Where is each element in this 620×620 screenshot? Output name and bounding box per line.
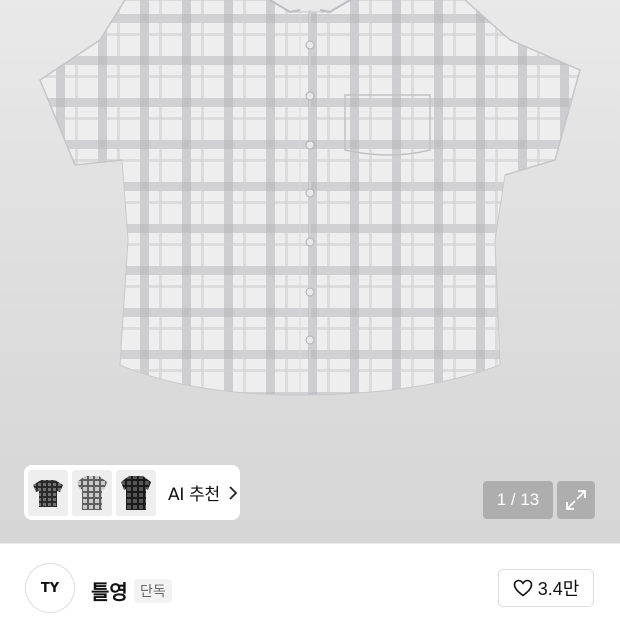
like-button[interactable]: 3.4만 [498, 569, 594, 607]
heart-icon [513, 579, 533, 597]
chevron-right-icon [228, 485, 238, 500]
plaid-shirt-image [39, 0, 581, 396]
recommend-thumb-2[interactable] [72, 469, 112, 516]
brand-logo[interactable]: TY [25, 563, 75, 613]
ai-recommend-card[interactable]: AI 추천 [24, 465, 240, 520]
ai-recommend-label: AI 추천 [168, 485, 220, 505]
black-check-shirt-thumb [121, 475, 151, 510]
expand-icon [566, 490, 586, 510]
expand-image-button[interactable] [557, 481, 595, 519]
section-divider [0, 543, 620, 544]
brand-name[interactable]: 틀영 [91, 576, 128, 605]
brand-logo-text: TY [40, 580, 60, 596]
recommend-thumb-3[interactable] [116, 469, 156, 516]
exclusive-badge: 단독 [134, 579, 172, 603]
recommend-thumb-1[interactable] [28, 469, 68, 516]
like-count: 3.4만 [537, 579, 580, 599]
product-image[interactable] [0, 0, 620, 543]
grey-check-shirt-thumb [77, 475, 107, 510]
dark-check-shirt-thumb [33, 479, 63, 507]
image-page-counter: 1 / 13 [483, 481, 553, 519]
